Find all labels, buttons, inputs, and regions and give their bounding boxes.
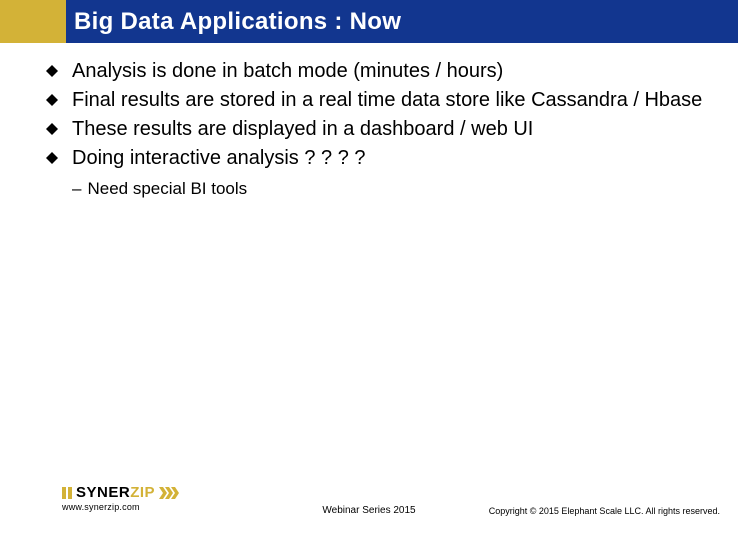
logo-mark-icon: [62, 487, 74, 499]
bullet-text: Analysis is done in batch mode (minutes …: [72, 60, 503, 82]
slide-header: Big Data Applications : Now: [0, 0, 738, 43]
slide-body: Analysis is done in batch mode (minutes …: [46, 58, 718, 202]
logo-text-left: SYNER: [76, 484, 130, 501]
logo-wordmark: SYNERZIP: [76, 484, 155, 501]
bullet-item: Doing interactive analysis ? ? ? ?: [46, 145, 718, 172]
diamond-bullet-icon: [46, 94, 58, 106]
header-accent-block: [0, 0, 66, 43]
bullet-text: Final results are stored in a real time …: [72, 89, 702, 111]
bullet-item: These results are displayed in a dashboa…: [46, 116, 718, 143]
sub-bullet-text: Need special BI tools: [87, 179, 247, 198]
bullet-item: Analysis is done in batch mode (minutes …: [46, 58, 718, 85]
bullet-text: Doing interactive analysis ? ? ? ?: [72, 147, 366, 169]
diamond-bullet-icon: [46, 123, 58, 135]
logo-text-right: ZIP: [130, 484, 155, 501]
logo-row: SYNERZIP: [62, 484, 185, 501]
dash-bullet-icon: –: [72, 179, 81, 198]
header-title-bar: Big Data Applications : Now: [66, 0, 738, 43]
diamond-bullet-icon: [46, 65, 58, 77]
chevrons-icon: [159, 487, 185, 499]
bullet-list: Analysis is done in batch mode (minutes …: [46, 58, 718, 172]
bullet-item: Final results are stored in a real time …: [46, 87, 718, 114]
bullet-text: These results are displayed in a dashboa…: [72, 118, 533, 140]
diamond-bullet-icon: [46, 152, 58, 164]
footer-copyright: Copyright © 2015 Elephant Scale LLC. All…: [489, 506, 720, 516]
slide-title: Big Data Applications : Now: [74, 8, 401, 36]
slide: Big Data Applications : Now Analysis is …: [0, 0, 738, 540]
sub-bullet-list: –Need special BI tools: [72, 176, 718, 202]
sub-bullet-item: –Need special BI tools: [72, 176, 718, 202]
slide-footer: SYNERZIP www.synerzip.com Webinar Series…: [0, 480, 738, 530]
